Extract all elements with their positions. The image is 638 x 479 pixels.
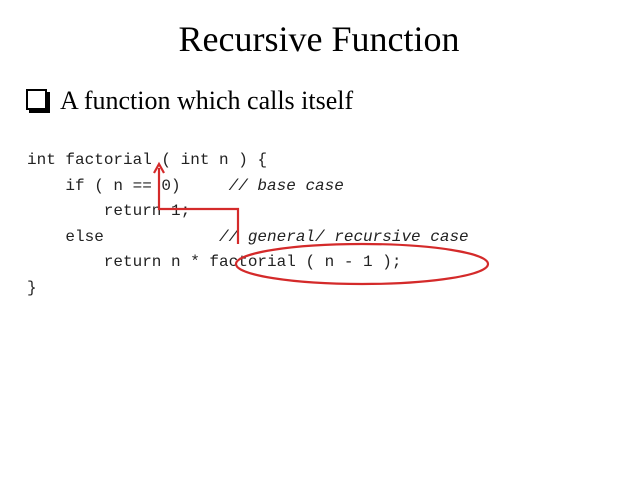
slide-title: Recursive Function [178,19,460,59]
code-line-else: else // general/ recursive case [27,225,469,251]
code-comment-recursive-case: // general/ recursive case [219,227,469,246]
code-line-return-recursive: return n * factorial ( n - 1 ); [27,250,469,276]
code-line-return-base: return 1; [27,199,469,225]
code-close-brace: } [27,278,37,297]
code-block: int factorial ( int n ) { if ( n == 0) /… [27,148,469,301]
code-line-close: } [27,276,469,302]
code-signature-text: int factorial ( int n ) { [27,151,268,169]
code-if-text: if ( n == 0) [65,176,229,195]
code-line-signature: int factorial ( int n ) { [27,148,469,174]
code-line-if: if ( n == 0) // base case [27,174,469,200]
code-comment-base-case: // base case [228,176,344,195]
code-return-base-text: return 1; [103,202,191,220]
square-bullet-icon [26,89,47,110]
code-semicolon: ; [391,253,402,271]
code-return-text: return n * [103,253,210,271]
code-else-text: else [65,227,220,246]
code-recursive-call: factorial ( n - 1 ) [209,253,392,271]
bullet-text: A function which calls itself [60,86,354,115]
